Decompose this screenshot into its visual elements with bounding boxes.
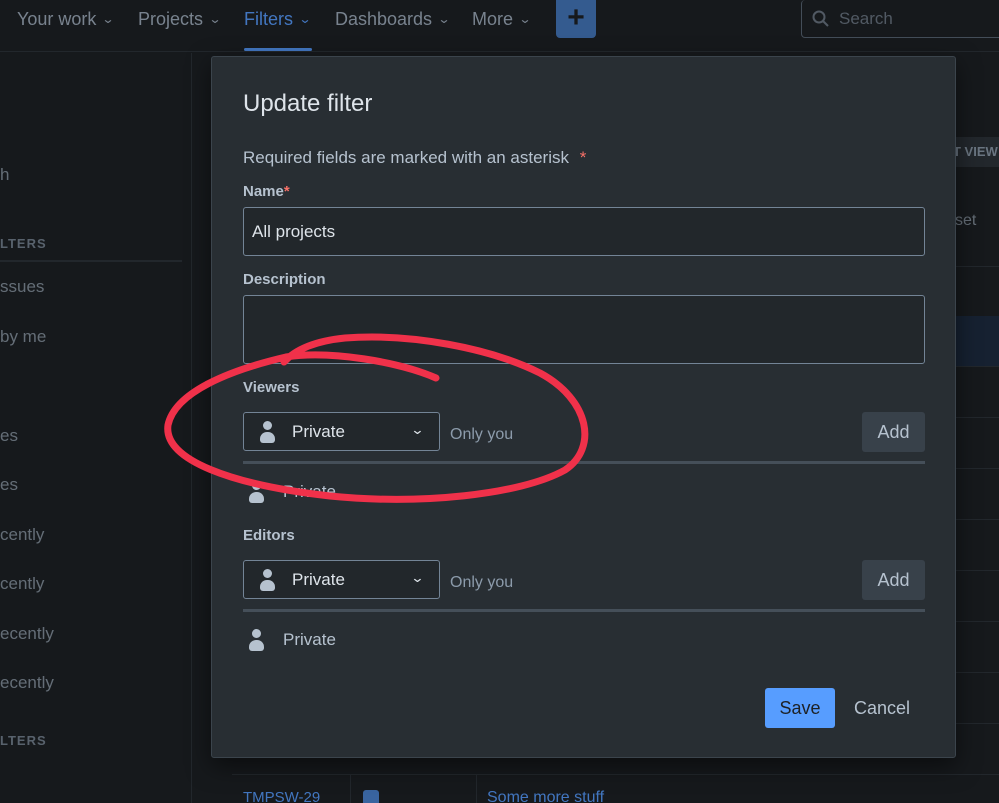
viewers-label: Viewers xyxy=(243,379,300,396)
required-asterisk: * xyxy=(579,148,587,167)
viewers-hint: Only you xyxy=(450,426,514,443)
save-button[interactable]: Save xyxy=(765,688,835,728)
name-field[interactable]: All projects xyxy=(243,207,925,256)
chevron-down-icon: ⌄ xyxy=(410,570,425,585)
dialog-title: Update filter xyxy=(243,90,373,117)
viewers-divider xyxy=(243,461,925,464)
viewer-permission-item: Private xyxy=(249,481,336,503)
add-editor-button[interactable]: Add xyxy=(862,560,925,600)
editor-permission-item: Private xyxy=(249,629,336,651)
name-label: Name* xyxy=(243,183,290,200)
editors-hint: Only you xyxy=(450,574,514,591)
person-icon xyxy=(260,420,275,443)
add-viewer-button[interactable]: Add xyxy=(862,412,925,452)
viewers-select[interactable]: Private ⌄ xyxy=(243,412,440,451)
editors-select[interactable]: Private ⌄ xyxy=(243,560,440,599)
required-fields-note: Required fields are marked with an aster… xyxy=(243,148,587,167)
cancel-button[interactable]: Cancel xyxy=(848,688,916,728)
description-label: Description xyxy=(243,271,326,288)
person-icon xyxy=(260,568,275,591)
chevron-down-icon: ⌄ xyxy=(410,422,425,437)
description-field[interactable] xyxy=(243,295,925,364)
person-icon xyxy=(249,629,264,651)
editors-label: Editors xyxy=(243,527,295,544)
required-asterisk: * xyxy=(283,183,290,200)
person-icon xyxy=(249,481,264,503)
update-filter-dialog: Update filter Required fields are marked… xyxy=(211,56,956,758)
editors-divider xyxy=(243,609,925,612)
